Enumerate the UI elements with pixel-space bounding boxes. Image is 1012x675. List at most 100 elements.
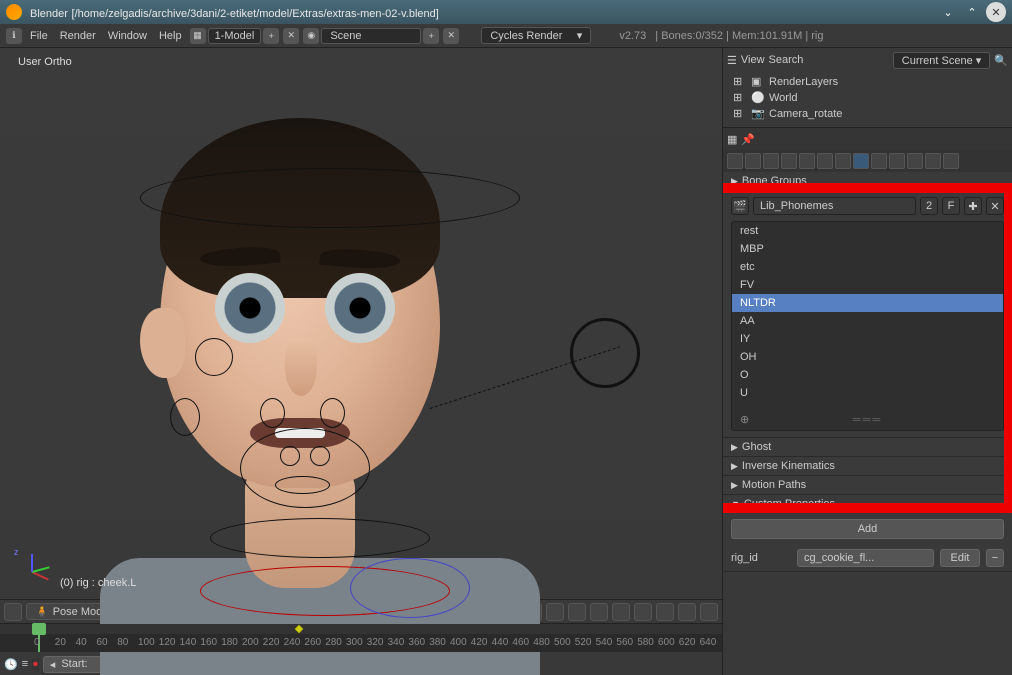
- window-max-button[interactable]: ⌃: [962, 2, 982, 22]
- frame-tick-label: 20: [55, 637, 66, 648]
- frame-tick-label: 0: [34, 637, 40, 648]
- search-icon[interactable]: 🔍: [994, 54, 1008, 67]
- outliner: ☰ View Search Current Scene ▾ 🔍 ⊞▣Render…: [723, 48, 1012, 128]
- keyframe-track[interactable]: [0, 624, 722, 634]
- frame-tick-label: 360: [408, 637, 425, 648]
- frame-tick-label: 180: [221, 637, 238, 648]
- panel-bone-groups[interactable]: ▶Bone Groups: [723, 172, 1012, 190]
- tab-material[interactable]: [907, 153, 923, 169]
- properties-editor-icon[interactable]: ▦: [727, 133, 737, 146]
- list-resize-grip[interactable]: ═══: [853, 414, 882, 426]
- pose-list[interactable]: restMBPetcFVNLTDRAAIYOHOU ⊕ ═══: [731, 221, 1004, 431]
- pose-add-icon[interactable]: ⊕: [740, 413, 749, 426]
- poselib-unlink-button[interactable]: ✕: [986, 197, 1004, 215]
- frame-tick-label: 160: [200, 637, 217, 648]
- snap-icon[interactable]: [678, 603, 696, 621]
- scene-del-button[interactable]: ✕: [443, 28, 459, 44]
- custom-prop-edit-button[interactable]: Edit: [940, 549, 980, 567]
- scene-icon[interactable]: ◉: [303, 28, 319, 44]
- tab-boneconstraint[interactable]: [889, 153, 905, 169]
- pose-item[interactable]: etc: [732, 258, 1003, 276]
- menu-file[interactable]: File: [24, 30, 54, 42]
- tab-armature[interactable]: [853, 153, 869, 169]
- pose-apply-button[interactable]: 🔍: [1008, 261, 1012, 279]
- panel-ghost[interactable]: ▶Ghost: [723, 438, 1012, 456]
- pose-item[interactable]: rest: [732, 222, 1003, 240]
- custom-prop-del-button[interactable]: −: [986, 549, 1004, 567]
- poselib-name-field[interactable]: Lib_Phonemes: [753, 197, 916, 215]
- pose-item[interactable]: U: [732, 384, 1003, 402]
- timeline-menu-icon[interactable]: ≡: [22, 658, 28, 670]
- panel-ik[interactable]: ▶Inverse Kinematics: [723, 457, 1012, 475]
- pose-item[interactable]: NLTDR: [732, 294, 1003, 312]
- layer-btn[interactable]: [656, 603, 674, 621]
- tab-scene[interactable]: [763, 153, 779, 169]
- pose-add-button[interactable]: +: [1008, 221, 1012, 239]
- scene-selector[interactable]: Scene: [321, 28, 421, 44]
- tab-world[interactable]: [781, 153, 797, 169]
- window-close-button[interactable]: ✕: [986, 2, 1006, 22]
- outliner-item[interactable]: ⊞▣RenderLayers: [733, 74, 1002, 90]
- pose-item[interactable]: OH: [732, 348, 1003, 366]
- outliner-item[interactable]: ⊞📷Camera_rotate: [733, 106, 1002, 122]
- editor-type-icon[interactable]: ℹ: [6, 28, 22, 44]
- layer-btn[interactable]: [590, 603, 608, 621]
- menu-render[interactable]: Render: [54, 30, 102, 42]
- custom-prop-value[interactable]: cg_cookie_fl...: [797, 549, 934, 567]
- menu-help[interactable]: Help: [153, 30, 188, 42]
- frame-tick-label: 320: [367, 637, 384, 648]
- pose-item[interactable]: O: [732, 366, 1003, 384]
- outliner-view-menu[interactable]: View: [741, 54, 765, 66]
- tab-constraints[interactable]: [817, 153, 833, 169]
- pose-remove-button[interactable]: −: [1008, 241, 1012, 259]
- tab-layers[interactable]: [745, 153, 761, 169]
- properties-editor: ▦ 📌 ▶Bone Groups: [723, 128, 1012, 675]
- pose-item[interactable]: IY: [732, 330, 1003, 348]
- tab-bone[interactable]: [871, 153, 887, 169]
- editor-type-icon[interactable]: [4, 603, 22, 621]
- layout-icon[interactable]: ▦: [190, 28, 206, 44]
- pose-sanitize-button[interactable]: ⚙: [1008, 281, 1012, 299]
- tab-object[interactable]: [799, 153, 815, 169]
- poselib-fake-user[interactable]: F: [942, 197, 960, 215]
- scene-add-button[interactable]: +: [423, 28, 439, 44]
- poselib-add-button[interactable]: ✚: [964, 197, 982, 215]
- outliner-item[interactable]: ⊞⚪World: [733, 90, 1002, 106]
- tab-modifiers[interactable]: [835, 153, 851, 169]
- layout-del-button[interactable]: ✕: [283, 28, 299, 44]
- render-icon[interactable]: [700, 603, 718, 621]
- tab-render[interactable]: [727, 153, 743, 169]
- property-tabs: [723, 150, 1012, 172]
- outliner-editor-icon[interactable]: ☰: [727, 54, 737, 67]
- layer-btn[interactable]: [634, 603, 652, 621]
- window-min-button[interactable]: ⌄: [938, 2, 958, 22]
- action-browse-icon[interactable]: 🎬: [731, 197, 749, 215]
- frame-tick-label: 240: [284, 637, 301, 648]
- frame-ruler[interactable]: 0204060801001201401601802002202402602803…: [0, 634, 722, 652]
- frame-tick-label: 140: [180, 637, 197, 648]
- menu-window[interactable]: Window: [102, 30, 153, 42]
- outliner-search-menu[interactable]: Search: [769, 54, 804, 66]
- timeline-editor-icon[interactable]: 🕓: [4, 658, 18, 671]
- panel-motion-paths[interactable]: ▶Motion Paths: [723, 476, 1012, 494]
- pose-item[interactable]: AA: [732, 312, 1003, 330]
- layout-add-button[interactable]: +: [263, 28, 279, 44]
- tab-physics[interactable]: [943, 153, 959, 169]
- layer-btn[interactable]: [612, 603, 630, 621]
- app-icon: [6, 4, 22, 20]
- pose-item[interactable]: MBP: [732, 240, 1003, 258]
- poselib-users[interactable]: 2: [920, 197, 938, 215]
- tab-texture[interactable]: [925, 153, 941, 169]
- pose-item[interactable]: FV: [732, 276, 1003, 294]
- layer-btn[interactable]: [546, 603, 564, 621]
- outliner-scope[interactable]: Current Scene ▾: [893, 52, 991, 69]
- axis-gizmo: z: [12, 551, 52, 591]
- layer-btn[interactable]: [568, 603, 586, 621]
- panel-custom-properties[interactable]: ▼Custom Properties: [723, 495, 1012, 513]
- 3d-viewport[interactable]: User Ortho: [0, 48, 722, 599]
- layout-selector[interactable]: 1-Model: [208, 28, 262, 44]
- custom-prop-add-button[interactable]: Add: [731, 519, 1004, 539]
- pin-icon[interactable]: 📌: [741, 133, 755, 146]
- rec-icon[interactable]: ●: [32, 658, 39, 670]
- render-engine-selector[interactable]: Cycles Render▾: [481, 27, 591, 44]
